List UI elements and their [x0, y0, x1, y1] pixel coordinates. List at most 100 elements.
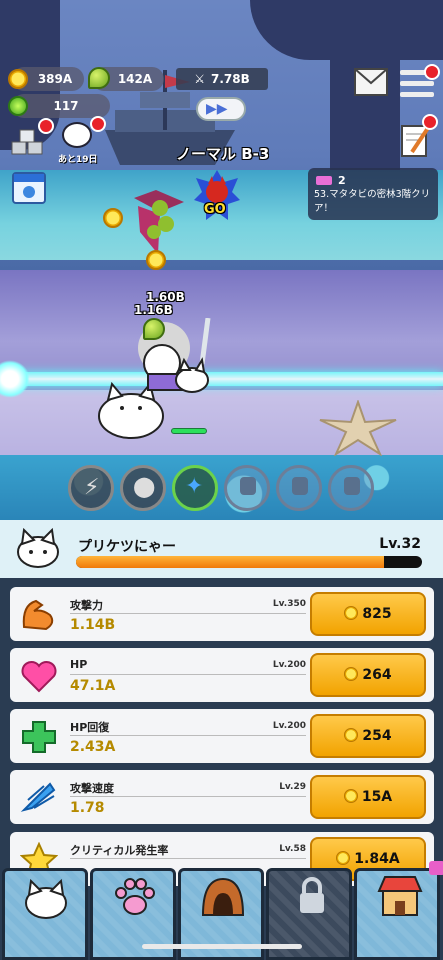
cat-face-icon	[25, 879, 67, 919]
skill-slot-locked[interactable]	[224, 465, 270, 511]
damage-number: 1.60B	[146, 290, 185, 304]
coin-icon	[344, 667, 359, 681]
upgrade-cost: 254	[362, 728, 392, 744]
upgrade-buy-button[interactable]: 254	[310, 714, 426, 758]
paw-icon	[23, 186, 35, 198]
skill-lightning[interactable]: ⚡	[68, 465, 114, 511]
coin-icon	[336, 851, 351, 865]
divider	[70, 613, 306, 614]
upgrade-level: Lv.200	[272, 721, 306, 731]
upgrade-cost: 825	[362, 606, 392, 622]
skill-triple[interactable]: ⬤	[120, 465, 166, 511]
lock-icon	[240, 477, 256, 495]
tab-shop[interactable]	[354, 861, 443, 960]
quest-list-button[interactable]	[398, 114, 438, 158]
cave-icon	[201, 877, 245, 916]
xp-bar-fill	[76, 556, 384, 568]
cat-face-icon	[62, 122, 92, 148]
upgrade-row: 攻撃速度 Lv.29 1.78 15A	[10, 770, 434, 824]
upgrade-name: HP	[70, 658, 88, 671]
character-level: Lv.32	[379, 536, 421, 552]
character-header: プリケツにゃー Lv.32	[0, 520, 443, 578]
damage-number: 1.16B	[134, 303, 173, 317]
upgrade-row: 攻撃力 Lv.350 1.14B 825	[10, 587, 434, 641]
skill-laser[interactable]: ✦	[172, 465, 218, 511]
video-ad-icon	[429, 861, 443, 875]
coin-icon	[343, 789, 358, 803]
power-display: ⚔ 7.78B	[176, 68, 268, 90]
starfish-icon	[319, 400, 397, 456]
paw-icon	[115, 878, 155, 915]
skill-slot-locked[interactable]	[328, 465, 374, 511]
mango-icon	[88, 67, 110, 89]
notification-dot	[422, 114, 438, 130]
lock-icon	[292, 477, 308, 495]
upgrade-value: 1.78	[70, 800, 105, 816]
gem-icon	[8, 96, 28, 116]
coin-icon	[8, 69, 28, 89]
enemy-plant-monster	[134, 190, 184, 254]
upgrade-level: Lv.200	[272, 660, 306, 670]
home-indicator	[142, 944, 302, 949]
upgrade-level: Lv.58	[279, 844, 306, 854]
heart-icon	[20, 658, 58, 694]
upgrade-name: HP回復	[70, 721, 110, 734]
lightning-icon: ⚡	[84, 475, 100, 500]
fast-forward-icon: ▶▶	[206, 101, 228, 117]
tab-character[interactable]	[2, 868, 88, 960]
calendar-icon	[14, 174, 44, 182]
coin-icon	[344, 728, 359, 742]
coin-drop-icon[interactable]	[103, 208, 123, 228]
menu-button[interactable]	[400, 64, 440, 98]
shop-icon	[377, 876, 423, 916]
three-circles-icon: ⬤	[133, 474, 156, 498]
coin-drop-icon[interactable]	[146, 250, 166, 270]
upgrade-level: Lv.350	[272, 599, 306, 609]
upgrade-name: 攻撃速度	[70, 782, 114, 795]
ticket-icon	[316, 176, 332, 185]
lock-icon	[344, 477, 360, 495]
cat-avatar-icon	[17, 528, 59, 568]
upgrade-value: 2.43A	[70, 739, 116, 755]
shallow-water	[0, 455, 443, 520]
calendar-button[interactable]	[12, 172, 46, 204]
game-scene: GO 1.60B 1.16B 389A 142A 117 ⚔ 7.78B ▶▶ あ…	[0, 0, 443, 520]
mango-drop-icon[interactable]	[143, 318, 165, 340]
upgrade-name: 攻撃力	[70, 599, 103, 612]
upgrade-row: HP回復 Lv.200 2.43A 254	[10, 709, 434, 763]
upgrade-buy-button[interactable]: 264	[310, 653, 426, 697]
ingot-stack-button[interactable]	[8, 118, 54, 160]
muscle-arm-icon	[20, 597, 58, 633]
blue-wing-icon	[20, 780, 58, 816]
upgrade-value: 47.1A	[70, 678, 116, 694]
upgrade-buy-button[interactable]: 825	[310, 592, 426, 636]
days-left-label: あと19日	[58, 155, 98, 165]
mission-panel[interactable]: 2 53.マタタビの密林3階クリア！	[308, 168, 438, 220]
divider	[70, 858, 306, 859]
lock-icon	[300, 877, 324, 913]
upgrade-buy-button[interactable]: 15A	[310, 775, 426, 819]
character-name: プリケツにゃー	[78, 539, 176, 555]
skill-slot-locked[interactable]	[276, 465, 322, 511]
coin-icon	[344, 606, 359, 620]
divider	[70, 796, 306, 797]
upgrade-row: HP Lv.200 47.1A 264	[10, 648, 434, 702]
upgrade-value: 1.14B	[70, 617, 116, 633]
go-label: GO	[204, 202, 226, 217]
mission-reward-count: 2	[338, 174, 346, 187]
blue-flame-icon: ✦	[185, 474, 204, 499]
player-hp-bar	[171, 428, 207, 434]
upgrade-cost: 15A	[361, 789, 393, 805]
cat-event-button[interactable]: あと19日	[58, 116, 106, 166]
speed-toggle-button[interactable]: ▶▶	[196, 97, 246, 121]
divider	[70, 674, 306, 675]
green-cross-icon	[20, 719, 58, 755]
stage-label: ノーマル B-3	[176, 145, 270, 163]
mission-text: 53.マタタビの密林3階クリア！	[314, 189, 431, 214]
notification-dot	[38, 118, 54, 134]
sword-icon: ⚔	[194, 72, 205, 86]
go-boss-button[interactable]: GO	[194, 170, 240, 222]
mail-icon[interactable]	[354, 68, 388, 96]
upgrade-cost: 1.84A	[354, 851, 400, 867]
xp-bar	[76, 556, 422, 568]
